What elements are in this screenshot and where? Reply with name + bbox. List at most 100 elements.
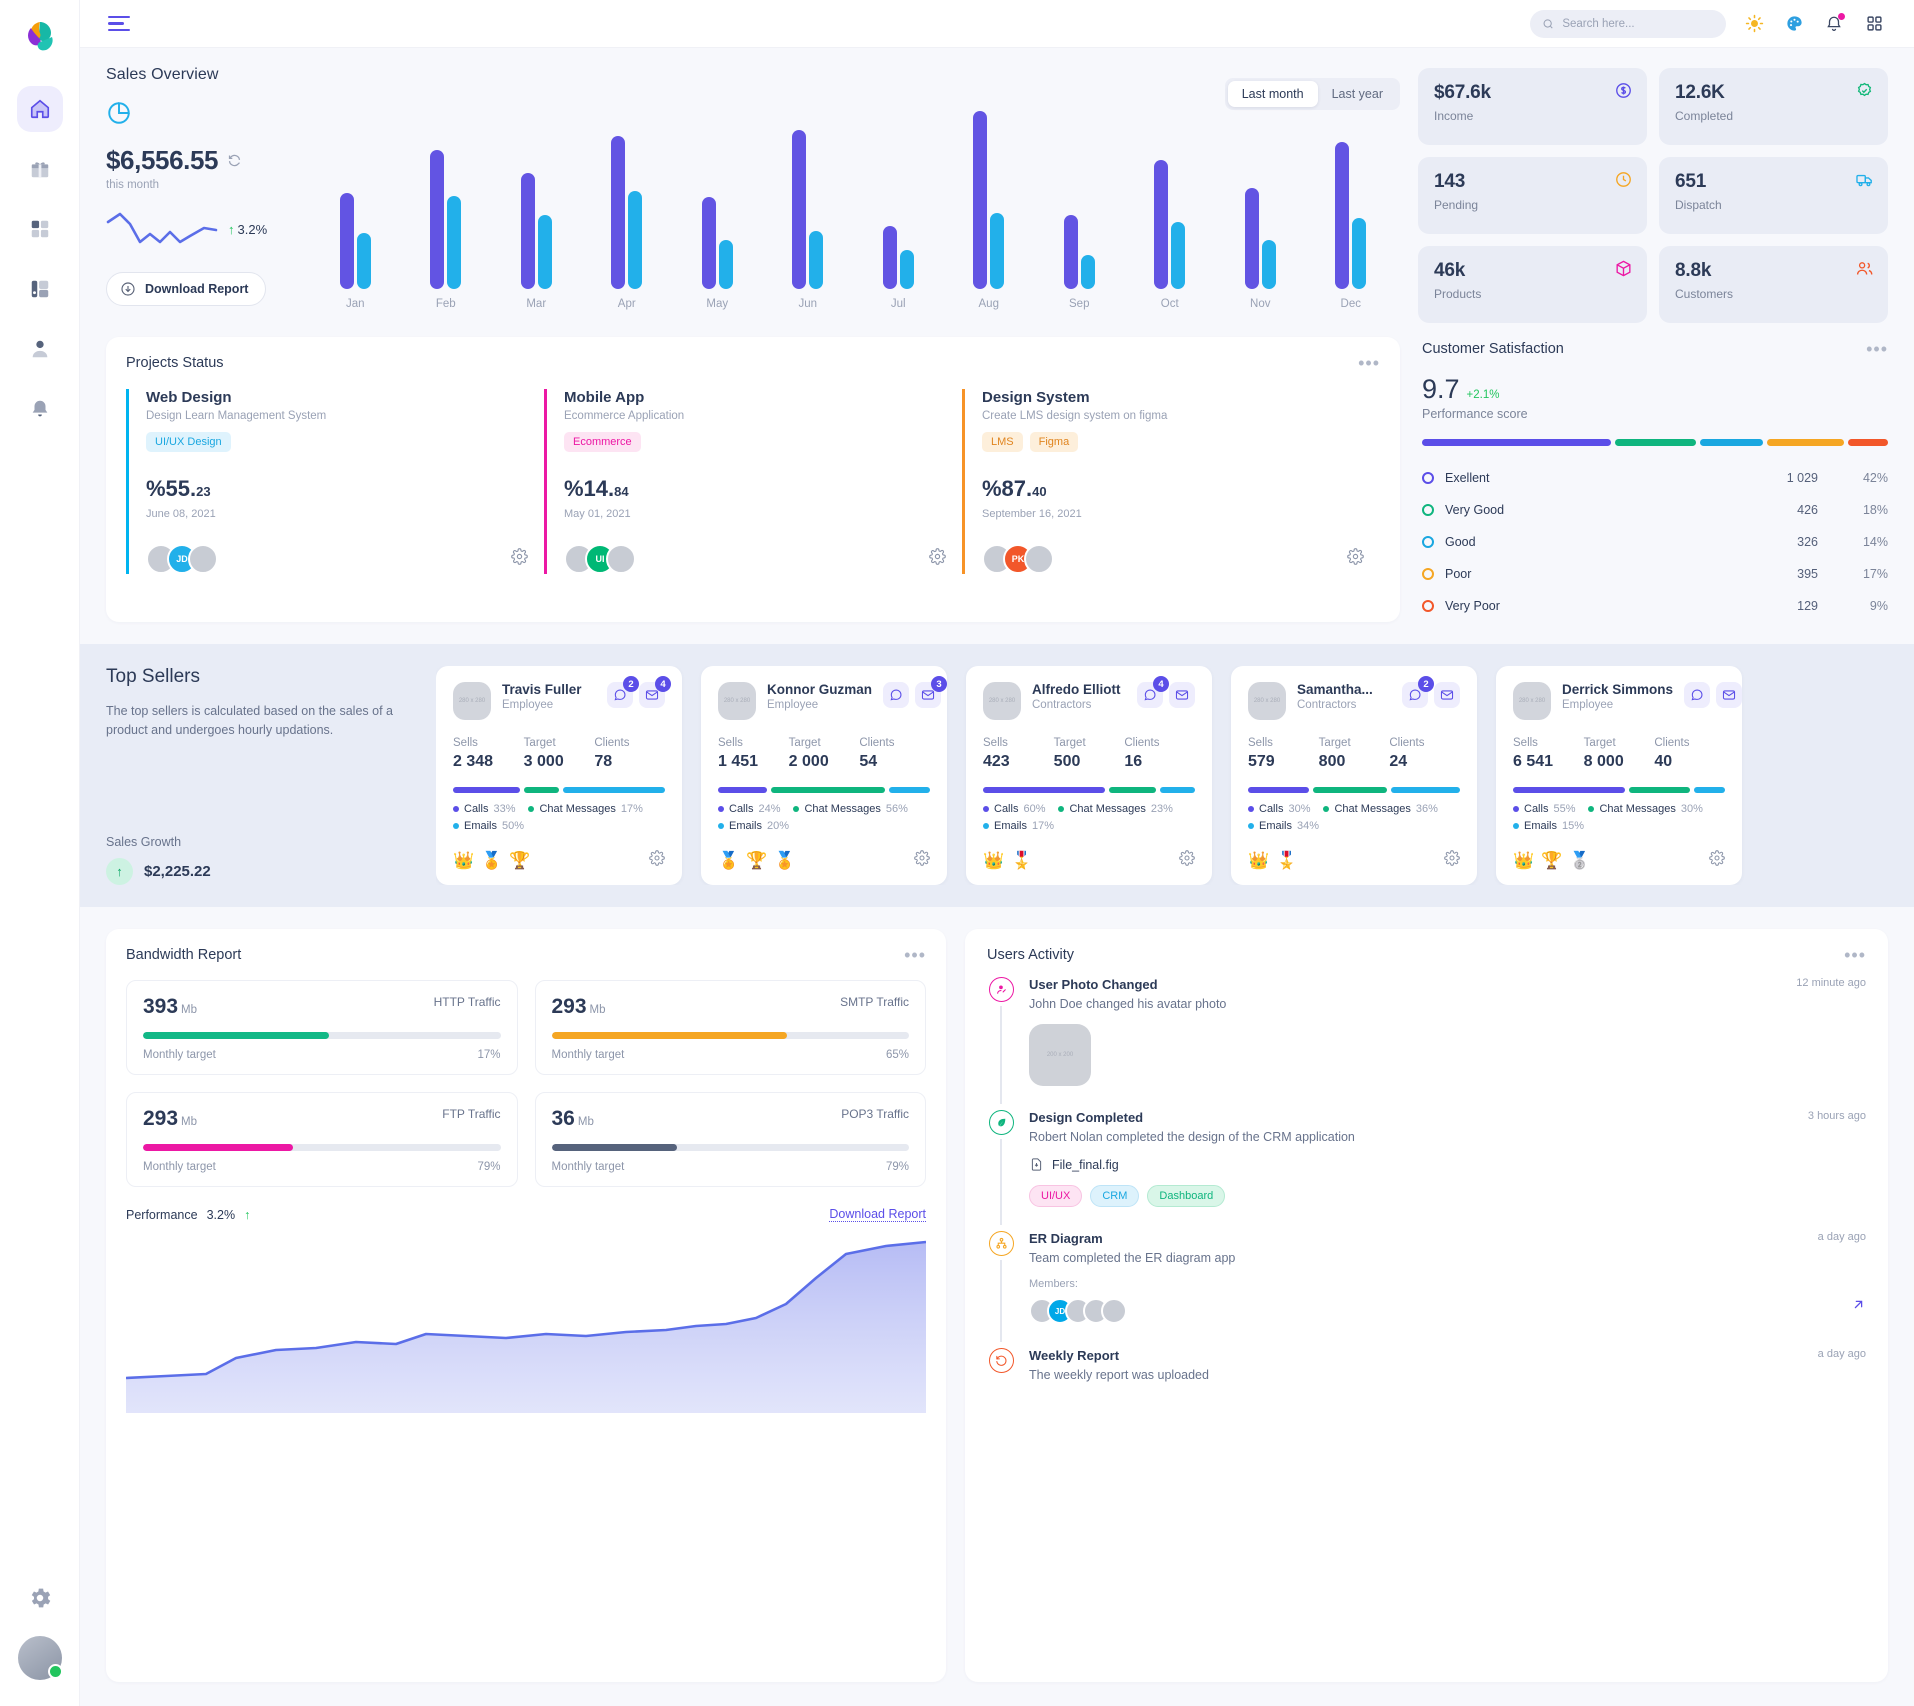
gear-icon[interactable] [914, 850, 930, 871]
stat-card-completed[interactable]: 12.6K Completed [1659, 68, 1888, 145]
project-tag[interactable]: Figma [1029, 432, 1079, 452]
search-input[interactable] [1562, 17, 1714, 30]
stat-label: Customers [1675, 287, 1734, 301]
chat-icon[interactable]: 4 [1137, 676, 1169, 708]
seller-cards-list[interactable]: 280 x 280 Travis Fuller Employee 2 4 Sel… [436, 666, 1914, 885]
app-logo[interactable] [17, 16, 63, 62]
sidebar-item-apps[interactable] [17, 206, 63, 252]
activity-tag[interactable]: Dashboard [1147, 1185, 1226, 1207]
satisfaction-title: Customer Satisfaction [1422, 341, 1564, 357]
gear-icon[interactable] [1709, 850, 1725, 871]
avatar[interactable] [188, 544, 218, 574]
toggle-last-year[interactable]: Last year [1318, 81, 1397, 107]
seller-card[interactable]: 280 x 280 Konnor Guzman Employee 3 Sells… [701, 666, 947, 885]
sidebar-item-alerts[interactable] [17, 386, 63, 432]
stat-card-pending[interactable]: 143 Pending [1418, 157, 1647, 234]
bar-series-1 [1335, 141, 1350, 289]
activity-file[interactable]: File_final.fig [1029, 1157, 1866, 1172]
grid-apps-icon[interactable] [1862, 12, 1886, 36]
gear-icon[interactable] [1347, 548, 1364, 570]
activity-tag[interactable]: CRM [1090, 1185, 1140, 1207]
seller-target: Target 500 [1054, 737, 1125, 771]
toggle-last-month[interactable]: Last month [1227, 81, 1318, 107]
sidebar-item-settings[interactable] [27, 1585, 53, 1616]
chat-icon[interactable] [883, 682, 909, 708]
mail-icon[interactable] [1434, 682, 1460, 708]
avatar[interactable] [1024, 544, 1054, 574]
sidebar-item-charts[interactable] [17, 266, 63, 312]
target-value: 500 [1053, 753, 1081, 770]
hamburger-icon[interactable] [108, 15, 130, 32]
clients-value: 78 [594, 753, 613, 770]
mail-icon[interactable]: 4 [639, 676, 671, 708]
medal-icon: 🏆 [1541, 850, 1563, 870]
project-tag[interactable]: Ecommerce [564, 432, 641, 452]
chat-icon[interactable] [1684, 682, 1711, 708]
bandwidth-card: 36 Mb POP3 Traffic Monthly target 79% [534, 1092, 926, 1187]
gear-icon[interactable] [929, 548, 946, 570]
chat-icon[interactable]: 2 [1402, 676, 1434, 708]
gear-icon[interactable] [1444, 850, 1460, 871]
palette-icon[interactable] [1782, 12, 1806, 36]
avatar[interactable] [1101, 1298, 1127, 1324]
stat-card-customers[interactable]: 8.8k Customers [1659, 246, 1888, 323]
bar-chat [1109, 787, 1157, 793]
sells-label: Sells [983, 737, 1008, 749]
gear-icon[interactable] [511, 548, 528, 570]
bar-group: Nov [1215, 99, 1306, 310]
satisfaction-percent: 42% [1862, 471, 1888, 485]
seller-card[interactable]: 280 x 280 Travis Fuller Employee 2 4 Sel… [436, 666, 682, 885]
download-report-button[interactable]: Download Report [106, 272, 267, 306]
sun-icon[interactable] [1742, 12, 1766, 36]
more-dots-icon[interactable]: ••• [1866, 340, 1888, 358]
legend-emails: Emails 17% [983, 820, 1054, 832]
performance-row: Performance 3.2% ↑ Download Report [126, 1207, 926, 1222]
mail-icon[interactable] [1716, 682, 1743, 708]
more-dots-icon[interactable]: ••• [904, 946, 926, 964]
seller-card[interactable]: 280 x 280 Alfredo Elliott Contractors 4 [966, 666, 1212, 885]
project-subtitle: Create LMS design system on figma [982, 410, 1168, 422]
project-date: June 08, 2021 [146, 508, 216, 520]
sidebar-item-home[interactable] [16, 86, 63, 132]
satisfaction-row: Exellent 1 029 42% [1422, 462, 1888, 494]
bar-group: Apr [582, 99, 673, 310]
gear-icon[interactable] [649, 850, 665, 871]
topbar-actions [1530, 9, 1886, 38]
activity-tag[interactable]: UI/UX [1029, 1185, 1083, 1207]
seller-card[interactable]: 280 x 280 Samantha... Contractors 2 Sell… [1231, 666, 1477, 885]
mail-badge: 3 [931, 676, 947, 692]
activity-title-text: User Photo Changed 12 minute ago [1029, 977, 1866, 992]
satisfaction-row: Poor 395 17% [1422, 558, 1888, 590]
bandwidth-download-link[interactable]: Download Report [829, 1207, 926, 1222]
bandwidth-unit: Mb [181, 1004, 198, 1016]
search-box[interactable] [1530, 9, 1726, 38]
sidebar-item-gifts[interactable] [17, 146, 63, 192]
target-value: 3 000 [523, 753, 564, 770]
avatar[interactable] [606, 544, 636, 574]
stat-card-dispatch[interactable]: 651 Dispatch [1659, 157, 1888, 234]
score-delta: +2.1% [1466, 389, 1500, 401]
chat-icon[interactable]: 2 [607, 676, 639, 708]
stat-card-income[interactable]: $67.6k Income [1418, 68, 1647, 145]
mail-icon[interactable] [1169, 682, 1195, 708]
project-tag[interactable]: LMS [982, 432, 1023, 452]
arrow-up-right-icon[interactable] [1851, 1297, 1866, 1317]
sidebar-item-users[interactable] [17, 326, 63, 372]
activity-description: The weekly report was uploaded [1029, 1368, 1209, 1382]
range-toggle[interactable]: Last month Last year [1224, 78, 1400, 110]
refresh-icon[interactable] [227, 153, 242, 168]
more-dots-icon[interactable]: ••• [1358, 354, 1380, 372]
bell-icon[interactable] [1822, 12, 1846, 36]
bar-emails [1694, 787, 1725, 793]
medal-icon: 🏅 [774, 850, 796, 870]
project-tag[interactable]: UI/UX Design [146, 432, 231, 452]
seller-clients: Clients 40 [1654, 737, 1725, 771]
mail-icon[interactable]: 3 [915, 676, 947, 708]
legend-chat: Chat Messages 17% [528, 803, 643, 815]
gear-icon[interactable] [1179, 850, 1195, 871]
more-dots-icon[interactable]: ••• [1844, 946, 1866, 964]
seller-card[interactable]: 280 x 280 Derrick Simmons Employee Sells… [1496, 666, 1743, 885]
stat-card-products[interactable]: 46k Products [1418, 246, 1647, 323]
check-badge-icon [1855, 81, 1874, 105]
avatar[interactable] [18, 1636, 63, 1680]
